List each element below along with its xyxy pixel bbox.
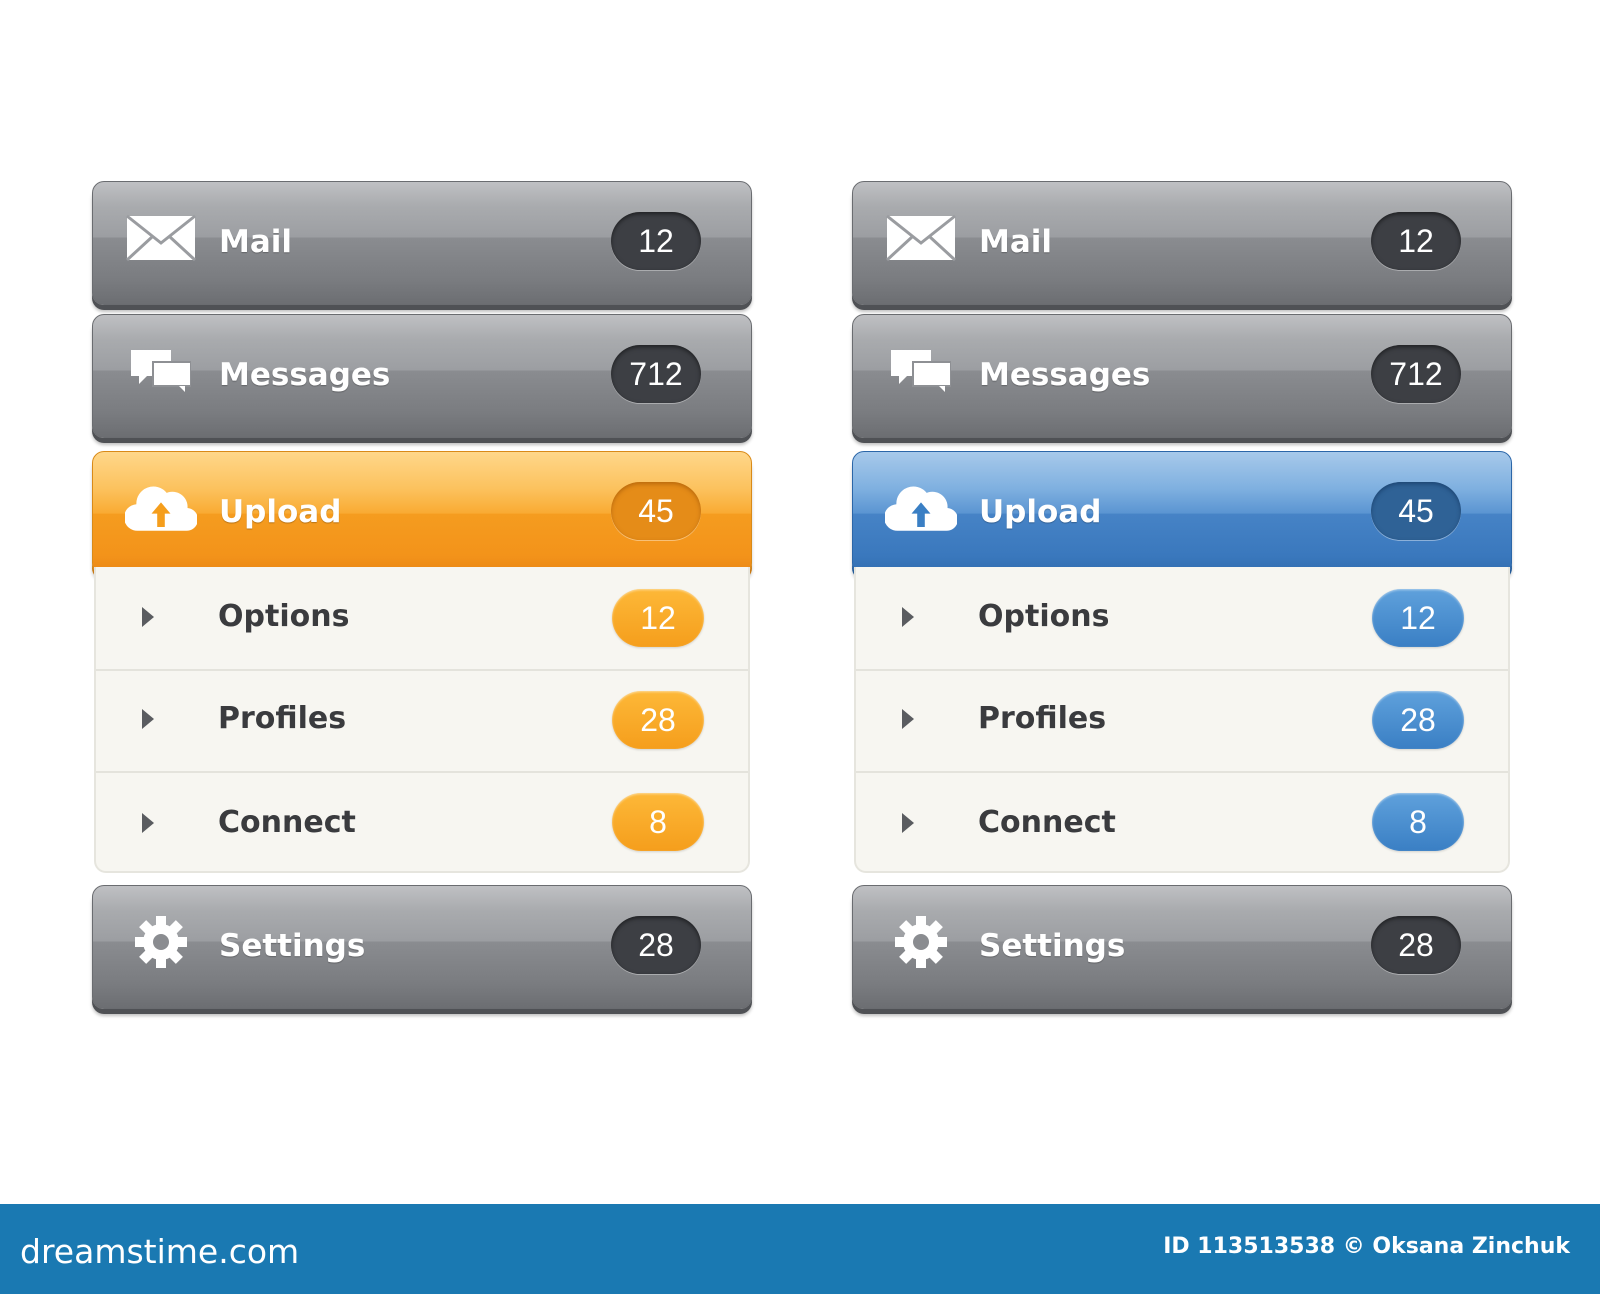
- triangle-right-icon: [142, 709, 154, 729]
- profiles-label: Profiles: [978, 701, 1107, 736]
- image-credit: ID 113513538 © Oksana Zinchuk: [1163, 1234, 1570, 1259]
- mail-item[interactable]: Mail 12: [92, 181, 752, 305]
- messages-item[interactable]: Messages 712: [852, 314, 1512, 438]
- connect-count-badge: 8: [612, 793, 704, 851]
- triangle-right-icon: [142, 607, 154, 627]
- mail-item[interactable]: Mail 12: [852, 181, 1512, 305]
- upload-count-badge: 45: [611, 482, 701, 540]
- triangle-right-icon: [902, 709, 914, 729]
- upload-submenu: Options 12 Profiles 28 Connect 8: [94, 567, 750, 873]
- messages-icon: [125, 343, 197, 399]
- upload-submenu: Options 12 Profiles 28 Connect 8: [854, 567, 1510, 873]
- mail-icon: [885, 210, 957, 266]
- mail-count-badge: 12: [1371, 212, 1461, 270]
- triangle-right-icon: [902, 607, 914, 627]
- messages-icon: [885, 343, 957, 399]
- profiles-label: Profiles: [218, 701, 347, 736]
- settings-count-badge: 28: [1371, 916, 1461, 974]
- profiles-count-badge: 28: [1372, 691, 1464, 749]
- mail-icon: [125, 210, 197, 266]
- settings-label: Settings: [979, 928, 1126, 964]
- footer-bar: dreamstime.com ID 113513538 © Oksana Zin…: [0, 1204, 1600, 1294]
- connect-label: Connect: [218, 805, 356, 840]
- options-count-badge: 12: [1372, 589, 1464, 647]
- settings-item[interactable]: Settings 28: [852, 885, 1512, 1009]
- triangle-right-icon: [902, 813, 914, 833]
- cloud-upload-icon: [125, 480, 197, 536]
- messages-label: Messages: [979, 357, 1151, 393]
- profiles-count-badge: 28: [612, 691, 704, 749]
- sub-item-profiles[interactable]: Profiles 28: [96, 669, 748, 773]
- cloud-upload-icon: [885, 480, 957, 536]
- sub-item-profiles[interactable]: Profiles 28: [856, 669, 1508, 773]
- mail-count-badge: 12: [611, 212, 701, 270]
- upload-label: Upload: [219, 494, 342, 530]
- brand-logo: dreamstime.com: [20, 1232, 300, 1271]
- messages-item[interactable]: Messages 712: [92, 314, 752, 438]
- gear-icon: [885, 914, 957, 970]
- connect-label: Connect: [978, 805, 1116, 840]
- settings-count-badge: 28: [611, 916, 701, 974]
- sub-item-connect[interactable]: Connect 8: [96, 773, 748, 875]
- mail-label: Mail: [219, 224, 293, 260]
- messages-count-badge: 712: [1371, 345, 1461, 403]
- messages-label: Messages: [219, 357, 391, 393]
- upload-count-badge: 45: [1371, 482, 1461, 540]
- sub-item-options[interactable]: Options 12: [96, 567, 748, 671]
- sub-item-options[interactable]: Options 12: [856, 567, 1508, 671]
- options-label: Options: [978, 599, 1110, 634]
- sub-item-connect[interactable]: Connect 8: [856, 773, 1508, 875]
- options-count-badge: 12: [612, 589, 704, 647]
- settings-label: Settings: [219, 928, 366, 964]
- settings-item[interactable]: Settings 28: [92, 885, 752, 1009]
- upload-item[interactable]: Upload 45: [852, 451, 1512, 575]
- mail-label: Mail: [979, 224, 1053, 260]
- gear-icon: [125, 914, 197, 970]
- connect-count-badge: 8: [1372, 793, 1464, 851]
- triangle-right-icon: [142, 813, 154, 833]
- messages-count-badge: 712: [611, 345, 701, 403]
- options-label: Options: [218, 599, 350, 634]
- upload-item[interactable]: Upload 45: [92, 451, 752, 575]
- upload-label: Upload: [979, 494, 1102, 530]
